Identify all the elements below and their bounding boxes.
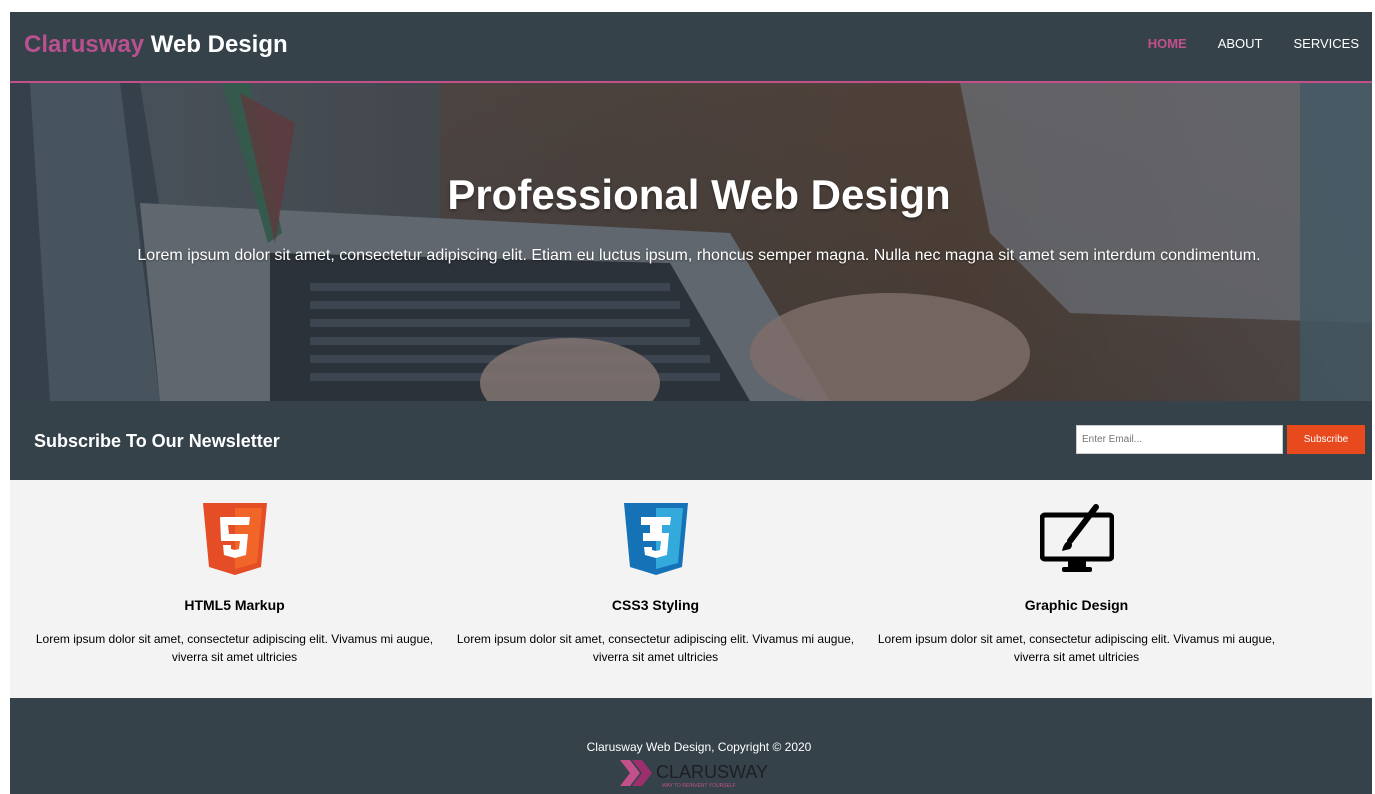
- feature-title: CSS3 Styling: [611, 597, 700, 613]
- nav-home-link[interactable]: HOME: [1148, 36, 1187, 51]
- main-nav: HOME ABOUT SERVICES: [1148, 36, 1359, 51]
- subscribe-button[interactable]: Subscribe: [1287, 425, 1365, 454]
- feature-text: Lorem ipsum dolor sit amet, consectetur …: [456, 632, 855, 664]
- feature-text: Lorem ipsum dolor sit amet, consectetur …: [35, 632, 434, 664]
- feature-title: HTML5 Markup: [184, 597, 285, 613]
- hero-background-image: [10, 83, 1372, 401]
- site-footer: Clarusway Web Design, Copyright © 2020 C…: [10, 698, 1372, 794]
- page: Clarusway Web Design HOME ABOUT SERVICES: [10, 12, 1372, 794]
- hero-showcase: Professional Web Design Lorem ipsum dolo…: [10, 83, 1372, 401]
- logo-highlight: Clarusway: [24, 31, 145, 58]
- feature-text: Lorem ipsum dolor sit amet, consectetur …: [877, 632, 1276, 664]
- logo-rest: Web Design: [150, 31, 288, 58]
- feature-title: Graphic Design: [1024, 597, 1129, 613]
- clarusway-logo-icon: CLARUSWAY WAY TO REINVENT YOURSELF: [620, 760, 768, 789]
- nav-about-link[interactable]: ABOUT: [1218, 36, 1263, 51]
- newsletter-heading: Subscribe To Our Newsletter: [34, 431, 280, 451]
- css3-icon: [624, 503, 688, 575]
- email-input[interactable]: [1076, 425, 1283, 454]
- graphic-design-icon: [1040, 504, 1114, 572]
- copyright-text: Clarusway Web Design, Copyright © 2020: [586, 740, 812, 754]
- features-section: HTML5 Markup Lorem ipsum dolor sit amet,…: [10, 480, 1372, 698]
- site-header: Clarusway Web Design HOME ABOUT SERVICES: [10, 12, 1372, 83]
- clarusway-brand-logo[interactable]: CLARUSWAY WAY TO REINVENT YOURSELF: [618, 756, 778, 794]
- html5-icon: [203, 503, 267, 575]
- brand-tagline: WAY TO REINVENT YOURSELF: [662, 783, 736, 789]
- site-logo[interactable]: Clarusway Web Design: [24, 31, 288, 59]
- hero-text: Lorem ipsum dolor sit amet, consectetur …: [137, 247, 1261, 264]
- brand-name: CLARUSWAY: [656, 762, 768, 782]
- newsletter-section: Subscribe To Our Newsletter Subscribe: [10, 401, 1372, 480]
- nav-services-link[interactable]: SERVICES: [1293, 36, 1359, 51]
- hero-title: Professional Web Design: [447, 171, 951, 218]
